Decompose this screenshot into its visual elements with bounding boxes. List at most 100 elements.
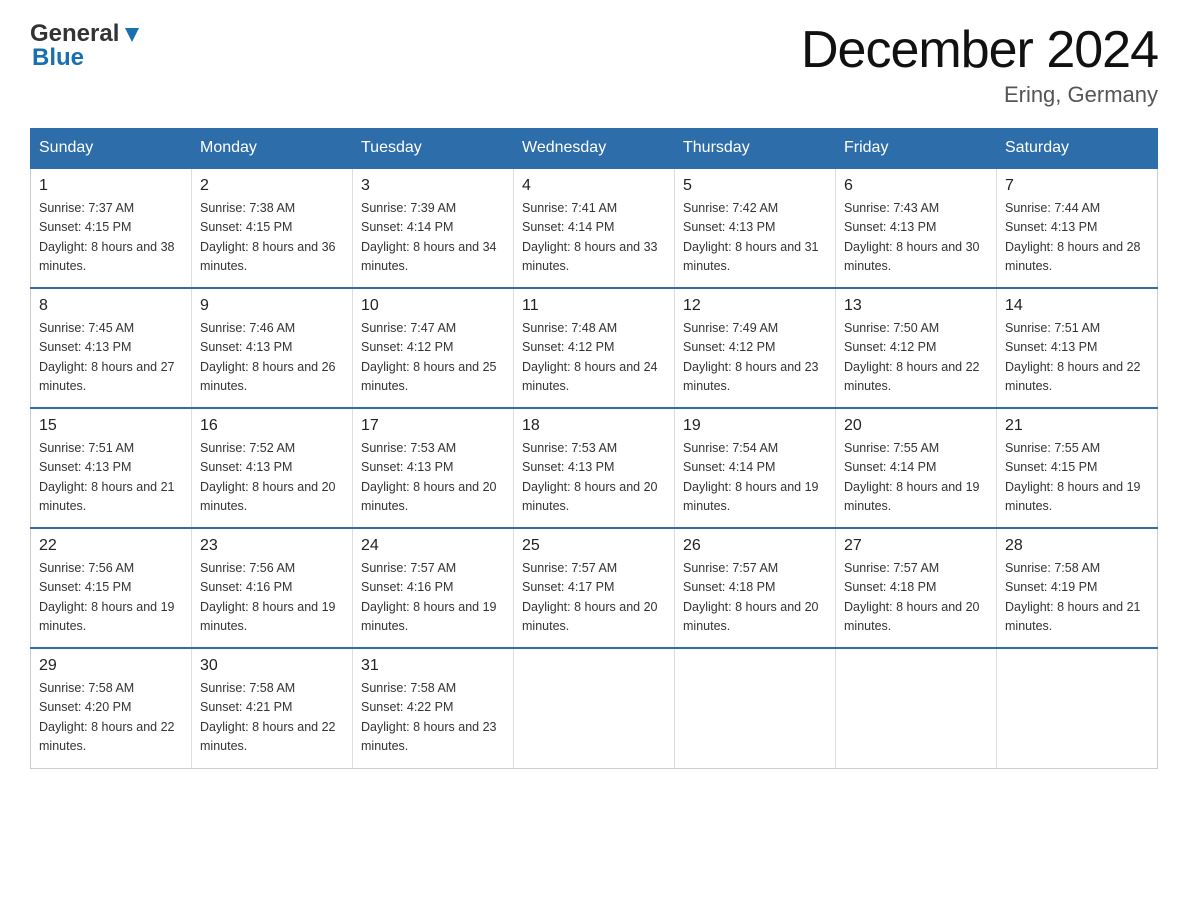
day-info: Sunrise: 7:51 AMSunset: 4:13 PMDaylight:… [39,439,183,517]
day-info: Sunrise: 7:52 AMSunset: 4:13 PMDaylight:… [200,439,344,517]
day-info: Sunrise: 7:56 AMSunset: 4:15 PMDaylight:… [39,559,183,637]
calendar-cell: 31Sunrise: 7:58 AMSunset: 4:22 PMDayligh… [353,648,514,768]
calendar-cell: 25Sunrise: 7:57 AMSunset: 4:17 PMDayligh… [514,528,675,648]
calendar-cell: 5 Sunrise: 7:42 AMSunset: 4:13 PMDaylight… [675,168,836,288]
calendar-cell: 2 Sunrise: 7:38 AMSunset: 4:15 PMDaylight… [192,168,353,288]
month-title: December 2024 [801,20,1158,80]
calendar-week-row: 1Sunrise: 7:37 AMSunset: 4:15 PMDaylight… [31,168,1158,288]
calendar-cell: 20 Sunrise: 7:55 AMSunset: 4:14 PMDayligh… [836,408,997,528]
calendar-cell: 26Sunrise: 7:57 AMSunset: 4:18 PMDayligh… [675,528,836,648]
day-number: 7 [1005,177,1149,195]
calendar-week-row: 29 Sunrise: 7:58 AMSunset: 4:20 PMDayligh… [31,648,1158,768]
calendar-cell: 9 Sunrise: 7:46 AMSunset: 4:13 PMDaylight… [192,288,353,408]
day-info: Sunrise: 7:55 AMSunset: 4:14 PMDaylight:… [844,439,988,517]
day-info: Sunrise: 7:51 AMSunset: 4:13 PMDaylight:… [1005,319,1149,397]
day-number: 13 [844,297,988,315]
day-number: 8 [39,297,183,315]
day-info: Sunrise: 7:48 AMSunset: 4:12 PMDaylight:… [522,319,666,397]
day-number: 22 [39,537,183,555]
day-info: Sunrise: 7:38 AMSunset: 4:15 PMDaylight:… [200,199,344,277]
day-number: 14 [1005,297,1149,315]
day-number: 10 [361,297,505,315]
calendar-cell: 24 Sunrise: 7:57 AMSunset: 4:16 PMDayligh… [353,528,514,648]
calendar-cell: 3 Sunrise: 7:39 AMSunset: 4:14 PMDaylight… [353,168,514,288]
day-number: 3 [361,177,505,195]
weekday-header-thursday: Thursday [675,129,836,169]
calendar-cell: 15 Sunrise: 7:51 AMSunset: 4:13 PMDayligh… [31,408,192,528]
day-number: 23 [200,537,344,555]
day-number: 1 [39,177,183,195]
day-info: Sunrise: 7:42 AMSunset: 4:13 PMDaylight:… [683,199,827,277]
day-number: 19 [683,417,827,435]
day-number: 28 [1005,537,1149,555]
calendar-cell: 21 Sunrise: 7:55 AMSunset: 4:15 PMDayligh… [997,408,1158,528]
day-info: Sunrise: 7:39 AMSunset: 4:14 PMDaylight:… [361,199,505,277]
calendar-cell: 14 Sunrise: 7:51 AMSunset: 4:13 PMDayligh… [997,288,1158,408]
page-header: General Blue December 2024 Ering, German… [30,20,1158,108]
calendar-table: SundayMondayTuesdayWednesdayThursdayFrid… [30,128,1158,769]
calendar-cell: 4 Sunrise: 7:41 AMSunset: 4:14 PMDaylight… [514,168,675,288]
logo-triangle-icon [121,24,143,46]
day-number: 26 [683,537,827,555]
day-number: 9 [200,297,344,315]
day-info: Sunrise: 7:54 AMSunset: 4:14 PMDaylight:… [683,439,827,517]
weekday-header-saturday: Saturday [997,129,1158,169]
weekday-header-row: SundayMondayTuesdayWednesdayThursdayFrid… [31,129,1158,169]
day-number: 30 [200,657,344,675]
day-info: Sunrise: 7:45 AMSunset: 4:13 PMDaylight:… [39,319,183,397]
calendar-week-row: 22 Sunrise: 7:56 AMSunset: 4:15 PMDayligh… [31,528,1158,648]
day-info: Sunrise: 7:47 AMSunset: 4:12 PMDaylight:… [361,319,505,397]
day-number: 2 [200,177,344,195]
calendar-cell: 22 Sunrise: 7:56 AMSunset: 4:15 PMDayligh… [31,528,192,648]
day-number: 5 [683,177,827,195]
day-number: 6 [844,177,988,195]
calendar-cell: 10 Sunrise: 7:47 AMSunset: 4:12 PMDayligh… [353,288,514,408]
day-info: Sunrise: 7:56 AMSunset: 4:16 PMDaylight:… [200,559,344,637]
calendar-cell [675,648,836,768]
calendar-week-row: 8 Sunrise: 7:45 AMSunset: 4:13 PMDaylight… [31,288,1158,408]
day-info: Sunrise: 7:44 AMSunset: 4:13 PMDaylight:… [1005,199,1149,277]
calendar-cell: 30 Sunrise: 7:58 AMSunset: 4:21 PMDayligh… [192,648,353,768]
day-number: 27 [844,537,988,555]
calendar-cell: 17Sunrise: 7:53 AMSunset: 4:13 PMDayligh… [353,408,514,528]
calendar-cell [997,648,1158,768]
weekday-header-sunday: Sunday [31,129,192,169]
day-number: 17 [361,417,505,435]
calendar-cell [514,648,675,768]
weekday-header-friday: Friday [836,129,997,169]
calendar-cell: 19 Sunrise: 7:54 AMSunset: 4:14 PMDayligh… [675,408,836,528]
calendar-cell: 7 Sunrise: 7:44 AMSunset: 4:13 PMDaylight… [997,168,1158,288]
day-info: Sunrise: 7:57 AMSunset: 4:16 PMDaylight:… [361,559,505,637]
day-number: 29 [39,657,183,675]
day-number: 18 [522,417,666,435]
calendar-cell: 23 Sunrise: 7:56 AMSunset: 4:16 PMDayligh… [192,528,353,648]
calendar-cell: 12Sunrise: 7:49 AMSunset: 4:12 PMDayligh… [675,288,836,408]
day-info: Sunrise: 7:50 AMSunset: 4:12 PMDaylight:… [844,319,988,397]
day-number: 20 [844,417,988,435]
day-number: 24 [361,537,505,555]
day-info: Sunrise: 7:57 AMSunset: 4:18 PMDaylight:… [844,559,988,637]
location-title: Ering, Germany [801,82,1158,108]
calendar-cell: 18 Sunrise: 7:53 AMSunset: 4:13 PMDayligh… [514,408,675,528]
calendar-cell: 1Sunrise: 7:37 AMSunset: 4:15 PMDaylight… [31,168,192,288]
day-info: Sunrise: 7:57 AMSunset: 4:17 PMDaylight:… [522,559,666,637]
day-number: 21 [1005,417,1149,435]
day-number: 15 [39,417,183,435]
calendar-cell: 28 Sunrise: 7:58 AMSunset: 4:19 PMDayligh… [997,528,1158,648]
day-info: Sunrise: 7:46 AMSunset: 4:13 PMDaylight:… [200,319,344,397]
weekday-header-monday: Monday [192,129,353,169]
calendar-cell: 11Sunrise: 7:48 AMSunset: 4:12 PMDayligh… [514,288,675,408]
day-info: Sunrise: 7:58 AMSunset: 4:21 PMDaylight:… [200,679,344,757]
day-info: Sunrise: 7:55 AMSunset: 4:15 PMDaylight:… [1005,439,1149,517]
day-number: 4 [522,177,666,195]
day-info: Sunrise: 7:58 AMSunset: 4:20 PMDaylight:… [39,679,183,757]
day-info: Sunrise: 7:53 AMSunset: 4:13 PMDaylight:… [522,439,666,517]
weekday-header-wednesday: Wednesday [514,129,675,169]
day-info: Sunrise: 7:58 AMSunset: 4:19 PMDaylight:… [1005,559,1149,637]
title-area: December 2024 Ering, Germany [801,20,1158,108]
day-number: 31 [361,657,505,675]
calendar-cell: 8 Sunrise: 7:45 AMSunset: 4:13 PMDaylight… [31,288,192,408]
calendar-cell: 6Sunrise: 7:43 AMSunset: 4:13 PMDaylight… [836,168,997,288]
day-info: Sunrise: 7:49 AMSunset: 4:12 PMDaylight:… [683,319,827,397]
day-info: Sunrise: 7:41 AMSunset: 4:14 PMDaylight:… [522,199,666,277]
